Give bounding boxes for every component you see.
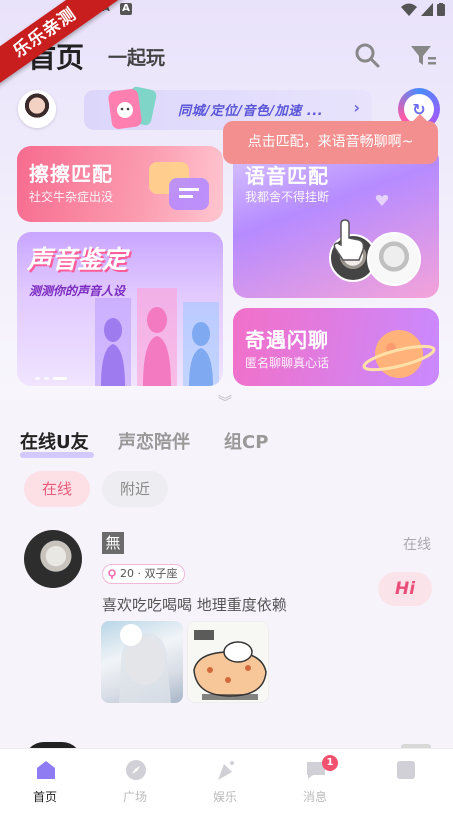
tab-group-cp[interactable]: 组CP (224, 428, 268, 454)
tab-play-together[interactable]: 一起玩 (108, 43, 165, 70)
list-tabs: 在线U友 声恋陪伴 组CP (0, 428, 453, 458)
card-title: 语音匹配 (245, 164, 329, 188)
battery-icon (437, 3, 445, 16)
card-title: 擦擦匹配 (29, 162, 113, 186)
profile-icon (397, 761, 415, 779)
flash-chat-card[interactable]: 奇遇闪聊 匿名聊聊真心话 (233, 308, 439, 386)
chip-online[interactable]: 在线 (24, 471, 90, 507)
match-avatar-right (367, 232, 421, 286)
cat-cards-icon (108, 86, 157, 129)
chip-nearby[interactable]: 附近 (102, 471, 168, 507)
user-photo[interactable] (187, 621, 269, 703)
nav-messages[interactable]: 1 消息 (270, 749, 360, 816)
carousel-dot-active[interactable] (53, 377, 67, 380)
carousel-dot[interactable] (35, 377, 40, 380)
user-name: 無 (102, 532, 124, 554)
expand-chevron-icon[interactable]: ︾ (218, 392, 232, 412)
carousel-dots (35, 377, 67, 380)
tab-online-friends[interactable]: 在线U友 (20, 428, 89, 454)
nav-entertainment[interactable]: 娱乐 (180, 749, 270, 816)
silhouettes-illustration (95, 288, 219, 386)
banner-text: 同城/定位/音色/加速 ... (178, 104, 324, 119)
card-subtitle: 我都舍不得挂断 (245, 190, 330, 204)
user-avatar[interactable] (24, 530, 82, 588)
signal-icon (421, 3, 433, 16)
search-icon[interactable] (352, 40, 382, 70)
voice-match-card[interactable]: 语音匹配 我都舍不得挂断 (233, 146, 439, 298)
photo-cartoon (193, 630, 267, 700)
user-tag: 20 · 双子座 (102, 564, 185, 584)
tab-voice-companion[interactable]: 声恋陪伴 (118, 428, 190, 454)
planet-icon (362, 330, 436, 378)
voice-test-card[interactable]: 声音鉴定 测测你的声音人设 (17, 232, 223, 386)
match-tooltip: 点击匹配，来语音畅聊啊~ (223, 114, 438, 164)
my-avatar[interactable] (18, 90, 56, 128)
user-bio: 喜欢吃吃喝喝 地理重度依赖 (102, 596, 287, 614)
chevron-right-icon: › (353, 98, 360, 117)
user-status: 在线 (403, 537, 431, 553)
nav-label: 广场 (122, 790, 147, 804)
wifi-icon (401, 3, 417, 16)
card-subtitle: 社交牛杂症出没 (29, 190, 114, 204)
nav-plaza[interactable]: 广场 (90, 749, 180, 816)
nav-label: 娱乐 (212, 790, 237, 804)
nav-home[interactable]: 首页 (0, 749, 90, 816)
message-badge: 1 (322, 755, 338, 771)
header: 首页 一起玩 (0, 28, 453, 80)
hand-pointer-icon (333, 219, 365, 261)
nav-profile[interactable] (360, 749, 450, 816)
card-subtitle: 匿名聊聊真心话 (245, 356, 330, 370)
say-hi-button[interactable]: Hi (378, 572, 432, 606)
voice-test-title: 声音鉴定 (27, 245, 128, 274)
user-tag-text: 20 · 双子座 (120, 567, 178, 580)
bottom-navigation: 首页 广场 娱乐 1 消息 (0, 748, 453, 816)
nav-label: 首页 (32, 790, 57, 804)
compass-icon (126, 760, 146, 780)
heart-icon (375, 195, 389, 206)
filter-chips: 在线 附近 (0, 471, 453, 511)
user-list-item[interactable]: 無 在线 20 · 双子座 喜欢吃吃喝喝 地理重度依赖 Hi (0, 524, 453, 714)
female-icon (108, 569, 116, 579)
party-icon (218, 761, 234, 780)
status-right (401, 3, 445, 16)
card-title: 奇遇闪聊 (245, 328, 329, 352)
nav-label: 消息 (302, 790, 327, 804)
home-icon (37, 761, 55, 779)
photo-portrait (119, 624, 171, 703)
filter-icon[interactable] (408, 40, 438, 70)
swipe-match-card[interactable]: 擦擦匹配 社交牛杂症出没 (17, 146, 223, 222)
carousel-dot[interactable] (44, 377, 49, 380)
status-a-box-icon: A (120, 3, 132, 15)
user-photo[interactable] (101, 621, 183, 703)
chat-bubbles-icon (149, 162, 209, 210)
